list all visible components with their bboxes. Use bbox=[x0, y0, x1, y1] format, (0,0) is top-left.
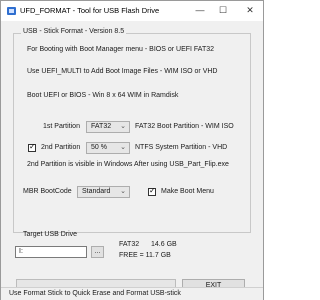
partition1-fs-value: FAT32 bbox=[91, 123, 112, 130]
drive-free-space: FREE = 11.7 GB bbox=[119, 252, 171, 259]
partition1-label: 1st Partition bbox=[43, 123, 80, 130]
partition2-label: 2nd Partition bbox=[41, 144, 81, 151]
status-text: Use Format Stick to Quick Erase and Form… bbox=[9, 290, 181, 297]
target-drive-field[interactable]: I: bbox=[15, 246, 87, 258]
chevron-down-icon: ⌄ bbox=[120, 144, 126, 151]
partition1-fs-select[interactable]: FAT32 ⌄ bbox=[86, 121, 130, 133]
make-boot-menu-checkbox[interactable]: ✓ bbox=[148, 186, 156, 196]
minimize-icon[interactable]: — bbox=[189, 1, 211, 21]
title-bar: UFD_FORMAT - Tool for USB Flash Drive — … bbox=[1, 1, 263, 21]
info-line-uefi-multi: Use UEFI_MULTI to Add Boot Image Files -… bbox=[27, 68, 218, 75]
mbr-bootcode-value: Standard bbox=[82, 188, 111, 195]
browse-drive-button[interactable]: ... bbox=[91, 246, 104, 258]
partition2-note: 2nd Partition is visible in Windows Afte… bbox=[27, 161, 229, 168]
target-drive-value: I: bbox=[19, 248, 23, 255]
checkmark-icon: ✓ bbox=[149, 186, 156, 195]
partition1-description: FAT32 Boot Partition - WIM ISO bbox=[135, 123, 234, 130]
make-boot-menu-label: Make Boot Menu bbox=[161, 188, 214, 195]
partition2-size-select[interactable]: 50 % ⌄ bbox=[86, 142, 130, 154]
groupbox-title: USB - Stick Format - Version 8.5 bbox=[21, 28, 127, 35]
window-title: UFD_FORMAT - Tool for USB Flash Drive bbox=[20, 6, 160, 15]
drive-size: 14.6 GB bbox=[151, 241, 177, 248]
chevron-down-icon: ⌄ bbox=[120, 123, 126, 130]
maximize-icon[interactable]: ☐ bbox=[212, 1, 234, 21]
target-drive-label: Target USB Drive bbox=[23, 231, 78, 238]
partition2-description: NTFS System Partition - VHD bbox=[135, 144, 228, 151]
mbr-bootcode-select[interactable]: Standard ⌄ bbox=[77, 186, 130, 198]
app-icon bbox=[7, 7, 16, 15]
partition2-size-value: 50 % bbox=[91, 144, 107, 151]
checkmark-icon: ✓ bbox=[29, 142, 36, 151]
format-groupbox bbox=[13, 33, 251, 233]
info-line-boot-manager: For Booting with Boot Manager menu - BIO… bbox=[27, 46, 215, 53]
status-bar: Use Format Stick to Quick Erase and Form… bbox=[1, 287, 263, 300]
app-window: UFD_FORMAT - Tool for USB Flash Drive — … bbox=[0, 0, 264, 300]
drive-filesystem: FAT32 bbox=[119, 241, 140, 248]
close-icon[interactable]: ✕ bbox=[239, 1, 261, 21]
mbr-bootcode-label: MBR BootCode bbox=[23, 188, 72, 195]
chevron-down-icon: ⌄ bbox=[120, 188, 126, 195]
info-line-ramdisk: Boot UEFI or BIOS - Win 8 x 64 WIM in Ra… bbox=[27, 92, 179, 99]
partition2-checkbox[interactable]: ✓ bbox=[28, 142, 36, 152]
